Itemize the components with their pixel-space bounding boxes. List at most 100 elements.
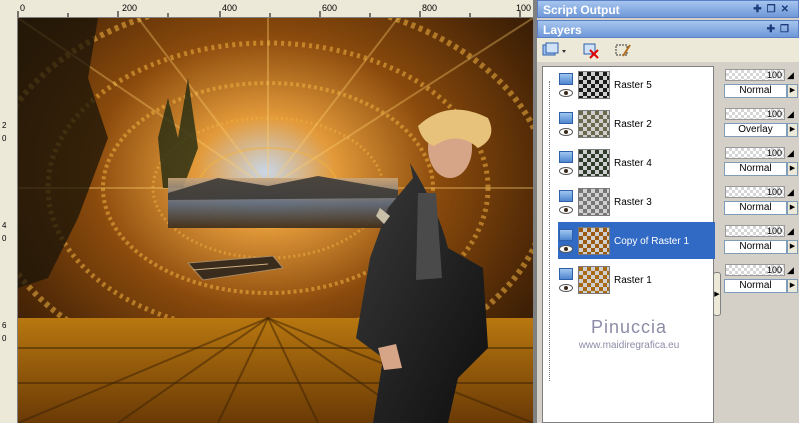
watermark: Pinuccia www.maidiregrafica.eu [543, 317, 715, 351]
blend-mode-dropdown-button[interactable]: ▶ [787, 240, 798, 254]
layer-thumbnail [578, 71, 610, 99]
opacity-value: 100 [767, 187, 783, 197]
blend-mode-select[interactable]: Normal [724, 201, 787, 215]
horizontal-ruler: 0 200 400 600 800 100 [0, 0, 533, 18]
ruler-tick-label: 6 [2, 321, 7, 330]
visibility-eye-icon[interactable] [559, 206, 573, 214]
opacity-value: 100 [767, 265, 783, 275]
blend-mode-select[interactable]: Normal [724, 162, 787, 176]
layer-properties-row: 100 ◢ Normal ▶ [721, 183, 799, 220]
resize-grip-icon: ◢ [787, 148, 794, 158]
resize-grip-icon: ◢ [787, 187, 794, 197]
blend-mode-dropdown-button[interactable]: ▶ [787, 84, 798, 98]
layers-title-bar[interactable]: Layers ✚❐ [537, 20, 799, 38]
artwork-image [18, 18, 533, 423]
resize-grip-icon: ◢ [787, 226, 794, 236]
opacity-value: 100 [767, 148, 783, 158]
layer-row[interactable]: Raster 1 [543, 262, 713, 299]
opacity-value: 100 [767, 226, 783, 236]
chevron-right-icon: ▶ [789, 204, 796, 211]
vertical-ruler: 2 0 4 0 6 0 [0, 17, 18, 423]
chevron-right-icon: ▶ [714, 291, 720, 298]
chevron-right-icon: ▶ [789, 282, 796, 289]
pin-icon[interactable]: ✚ [767, 24, 780, 35]
close-icon[interactable]: ✕ [781, 4, 794, 15]
resize-grip-icon: ◢ [787, 70, 794, 80]
opacity-value: 100 [767, 70, 783, 80]
raster-layer-icon[interactable] [559, 73, 573, 85]
chevron-right-icon: ▶ [789, 165, 796, 172]
raster-layer-icon[interactable] [559, 151, 573, 163]
blend-mode-select[interactable]: Normal [724, 279, 787, 293]
layer-thumbnail [578, 266, 610, 294]
layer-properties-row: 100 ◢ Normal ▶ [721, 261, 799, 298]
float-icon[interactable]: ❐ [767, 4, 781, 15]
layer-row[interactable]: Copy of Raster 1 [543, 223, 713, 260]
ruler-tick-label: 0 [20, 3, 26, 13]
resize-grip-icon: ◢ [787, 109, 794, 119]
raster-layer-icon[interactable] [559, 112, 573, 124]
ruler-tick-label: 4 [2, 221, 7, 230]
edit-selection-button[interactable] [613, 41, 633, 60]
layer-properties-row: 100 ◢ Normal ▶ [721, 222, 799, 259]
ruler-tick-label: 0 [2, 234, 7, 243]
chevron-right-icon: ▶ [789, 243, 796, 250]
edit-selection-icon [615, 44, 631, 57]
layer-name: Raster 5 [614, 80, 652, 91]
blend-mode-select[interactable]: Normal [724, 84, 787, 98]
layer-thumbnail [578, 227, 610, 255]
resize-grip-icon: ◢ [787, 265, 794, 275]
delete-layer-icon [583, 43, 599, 59]
visibility-eye-icon[interactable] [559, 128, 573, 136]
image-canvas[interactable] [18, 18, 533, 423]
chevron-right-icon: ▶ [789, 126, 796, 133]
blend-mode-dropdown-button[interactable]: ▶ [787, 162, 798, 176]
ruler-tick-label: 200 [122, 3, 138, 13]
blend-mode-dropdown-button[interactable]: ▶ [787, 279, 798, 293]
visibility-eye-icon[interactable] [559, 245, 573, 253]
visibility-eye-icon[interactable] [559, 89, 573, 97]
watermark-url: www.maidiregrafica.eu [578, 340, 680, 351]
layer-name: Copy of Raster 1 [614, 236, 690, 247]
layers-toolbar [537, 38, 799, 63]
ruler-tick-label: 400 [222, 3, 238, 13]
layer-row[interactable]: Raster 4 [543, 145, 713, 182]
delete-layer-button[interactable] [581, 41, 601, 60]
ruler-tick-label: 2 [2, 121, 7, 130]
script-output-title-bar[interactable]: Script Output ✚❐✕ [537, 0, 799, 18]
blend-mode-select[interactable]: Overlay [724, 123, 787, 137]
layer-row[interactable]: Raster 2 [543, 106, 713, 143]
layer-properties-row: 100 ◢ Normal ▶ [721, 66, 799, 103]
layer-name: Raster 2 [614, 119, 652, 130]
raster-layer-icon[interactable] [559, 190, 573, 202]
script-output-title: Script Output [543, 3, 620, 17]
visibility-eye-icon[interactable] [559, 167, 573, 175]
chevron-right-icon: ▶ [789, 87, 796, 94]
blend-mode-dropdown-button[interactable]: ▶ [787, 123, 798, 137]
watermark-name: Pinuccia [590, 317, 668, 337]
pin-icon[interactable]: ✚ [753, 4, 766, 15]
new-raster-layer-button[interactable] [541, 41, 566, 60]
layer-row[interactable]: Raster 3 [543, 184, 713, 221]
layer-row[interactable]: Raster 5 [543, 67, 713, 104]
layer-properties-row: 100 ◢ Normal ▶ [721, 144, 799, 181]
raster-layer-icon[interactable] [559, 229, 573, 241]
layer-name: Raster 4 [614, 158, 652, 169]
layer-properties-column: 100 ◢ Normal ▶ 100 ◢ Overlay ▶ 100 ◢ Normal ▶ 100 ◢ No… [721, 66, 799, 423]
visibility-eye-icon[interactable] [559, 284, 573, 292]
expand-properties-button[interactable]: ▶ [713, 272, 721, 316]
layer-list[interactable]: Raster 5 Raster 2 Raster 4 Raster 3 Copy of … [542, 66, 715, 423]
ruler-ticks [17, 11, 521, 17]
blend-mode-dropdown-button[interactable]: ▶ [787, 201, 798, 215]
raster-layer-icon[interactable] [559, 268, 573, 280]
layers-title: Layers [543, 23, 582, 37]
new-raster-layer-icon [542, 42, 566, 56]
blend-mode-select[interactable]: Normal [724, 240, 787, 254]
opacity-value: 100 [767, 109, 783, 119]
float-icon[interactable]: ❐ [780, 24, 794, 35]
layer-thumbnail [578, 110, 610, 138]
ruler-tick-label: 600 [322, 3, 338, 13]
ruler-tick-label: 100 [516, 3, 532, 13]
ruler-tick-label: 0 [2, 134, 7, 143]
layers-panel-body: Raster 5 Raster 2 Raster 4 Raster 3 Copy of … [537, 62, 799, 423]
